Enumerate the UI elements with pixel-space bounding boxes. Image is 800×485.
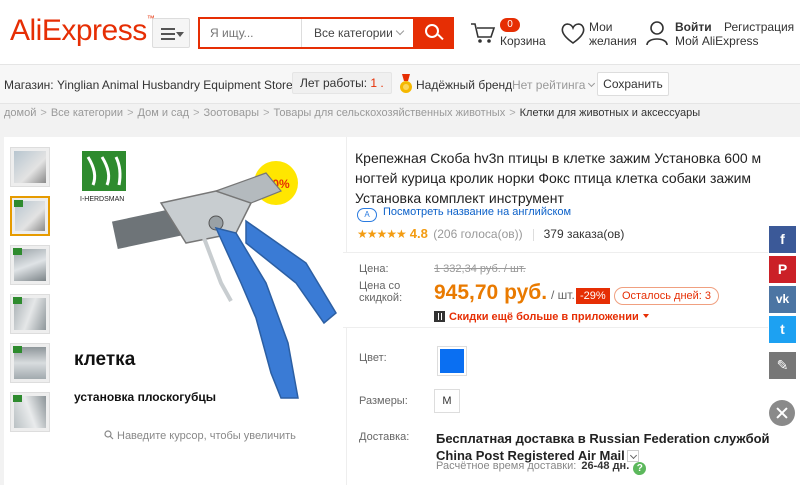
category-select[interactable]: Все категории bbox=[301, 19, 413, 47]
orders-count: 379 заказа(ов) bbox=[543, 227, 625, 241]
breadcrumb: домой > Все категории > Дом и сад > Зоотовары >… bbox=[4, 107, 701, 119]
category-menu-button[interactable] bbox=[152, 18, 190, 48]
medal-icon bbox=[400, 74, 412, 93]
shipping-label: Доставка: bbox=[359, 431, 410, 443]
thumbnail-list bbox=[10, 147, 52, 441]
site-header: AliExpress™ Все категории 0 Корзина Мои … bbox=[0, 0, 800, 64]
pliers-image: I-HERDSMAN 100% клетка установка плоског… bbox=[74, 151, 337, 404]
chevron-down-icon bbox=[588, 79, 596, 88]
wishlist-label-line2: желания bbox=[589, 34, 637, 48]
view-english-title-link[interactable]: A Посмотреть название на английском bbox=[357, 206, 571, 222]
color-label: Цвет: bbox=[359, 352, 387, 364]
image-overlay-title: клетка bbox=[74, 349, 136, 370]
cart-link[interactable]: 0 Корзина bbox=[470, 18, 550, 54]
discount-price-label-line2: скидкой: bbox=[359, 292, 403, 304]
twitter-share-icon[interactable]: t bbox=[769, 316, 796, 343]
search-input[interactable] bbox=[200, 19, 300, 47]
price-label: Цена: bbox=[359, 263, 389, 275]
heart-icon bbox=[561, 23, 585, 44]
votes-link[interactable]: (206 голоса(ов)) bbox=[433, 227, 522, 241]
image-overlay-subtitle: установка плоскогубцы bbox=[74, 390, 216, 404]
product-thumbnail[interactable] bbox=[10, 245, 50, 285]
save-store-button[interactable]: Сохранить bbox=[597, 72, 669, 96]
login-link[interactable]: Войти bbox=[675, 20, 712, 34]
aliexpress-logo[interactable]: AliExpress™ bbox=[10, 14, 155, 48]
cart-icon bbox=[471, 23, 496, 43]
user-icon bbox=[646, 21, 668, 46]
vk-share-icon[interactable]: vk bbox=[769, 286, 796, 313]
product-thumbnail[interactable] bbox=[10, 294, 50, 334]
breadcrumb-item[interactable]: Дом и сад bbox=[138, 107, 190, 119]
store-bar: Магазин: Yinglian Animal Husbandry Equip… bbox=[0, 64, 800, 104]
delivery-estimate: Расчётное время доставки: 26-48 дн.? bbox=[436, 460, 647, 475]
rating-row: ★★★★★ 4.8 (206 голоса(ов)) 379 заказа(ов) bbox=[357, 226, 624, 241]
price-box: Цена: 1 332,34 руб. / шт. Цена со скидко… bbox=[343, 252, 768, 328]
main-product-image[interactable]: I-HERDSMAN 100% клетка установка плоског… bbox=[66, 143, 342, 433]
category-select-label: Все категории bbox=[314, 26, 393, 40]
app-discount-link[interactable]: Скидки ещё больше в приложении bbox=[434, 309, 649, 323]
rating-score: 4.8 bbox=[409, 226, 428, 241]
breadcrumb-current[interactable]: Клетки для животных и аксессуары bbox=[520, 107, 701, 119]
product-thumbnail[interactable] bbox=[10, 343, 50, 383]
product-thumbnail-active[interactable] bbox=[10, 196, 50, 236]
breadcrumb-item[interactable]: домой bbox=[4, 107, 36, 119]
discount-price-label-line1: Цена со bbox=[359, 280, 401, 292]
edit-icon[interactable]: ✎ bbox=[769, 352, 796, 379]
cart-count-badge: 0 bbox=[500, 18, 520, 32]
breadcrumb-item[interactable]: Зоотовары bbox=[204, 107, 260, 119]
star-rating-icon: ★★★★★ bbox=[357, 227, 407, 241]
product-thumbnail[interactable] bbox=[10, 392, 50, 432]
discount-price: 945,70 руб. bbox=[434, 281, 548, 304]
discount-badge: -29% bbox=[576, 288, 610, 304]
breadcrumb-item[interactable]: Все категории bbox=[51, 107, 123, 119]
color-option-swatch[interactable] bbox=[437, 346, 467, 376]
cart-label: Корзина bbox=[500, 34, 546, 48]
search-button[interactable] bbox=[413, 17, 454, 49]
qr-code-icon bbox=[434, 311, 445, 322]
product-thumbnail[interactable] bbox=[10, 147, 50, 187]
close-icon[interactable] bbox=[769, 400, 795, 426]
breadcrumb-item[interactable]: Товары для сельскохозяйственных животных bbox=[274, 107, 506, 119]
chevron-down-icon bbox=[395, 26, 405, 36]
magnifier-icon bbox=[104, 430, 114, 440]
pinterest-share-icon[interactable]: P bbox=[769, 256, 796, 283]
trusted-brand-label: Надёжный бренд bbox=[416, 78, 513, 92]
my-account-link[interactable]: Мой AliExpress bbox=[675, 34, 759, 48]
store-years-badge: Лет работы: 1 . bbox=[292, 72, 392, 94]
store-label: Магазин: bbox=[4, 78, 54, 92]
facebook-share-icon[interactable]: f bbox=[769, 226, 796, 253]
shipping-method[interactable]: Бесплатная доставка в Russian Federation… bbox=[436, 430, 796, 464]
product-title: Крепежная Скоба hv3n птицы в клетке зажи… bbox=[355, 150, 762, 206]
wishlist-label-line1: Мои bbox=[589, 20, 613, 34]
search-icon bbox=[425, 24, 439, 38]
price-unit: / шт. bbox=[551, 288, 575, 302]
wishlist-link[interactable]: Мои желания bbox=[560, 18, 640, 54]
account-area: Войти Регистрация Мой AliExpress bbox=[646, 18, 800, 54]
days-left-badge: Осталось дней: 3 bbox=[614, 287, 720, 305]
store-name-link[interactable]: Yinglian Animal Husbandry Equipment Stor… bbox=[57, 78, 293, 92]
brand-logo-text: I-HERDSMAN bbox=[80, 196, 124, 203]
translate-icon: A bbox=[357, 208, 377, 222]
size-option-m[interactable]: M bbox=[434, 389, 460, 413]
register-link[interactable]: Регистрация bbox=[724, 20, 794, 34]
store-rating-dropdown[interactable]: Нет рейтинга bbox=[512, 78, 596, 92]
size-label: Размеры: bbox=[359, 395, 408, 407]
zoom-hint: Наведите курсор, чтобы увеличить bbox=[104, 429, 296, 442]
caret-down-icon bbox=[642, 314, 649, 318]
hamburger-icon bbox=[161, 28, 175, 40]
caret-down-icon bbox=[176, 32, 184, 37]
old-price: 1 332,34 руб. / шт. bbox=[434, 263, 526, 275]
